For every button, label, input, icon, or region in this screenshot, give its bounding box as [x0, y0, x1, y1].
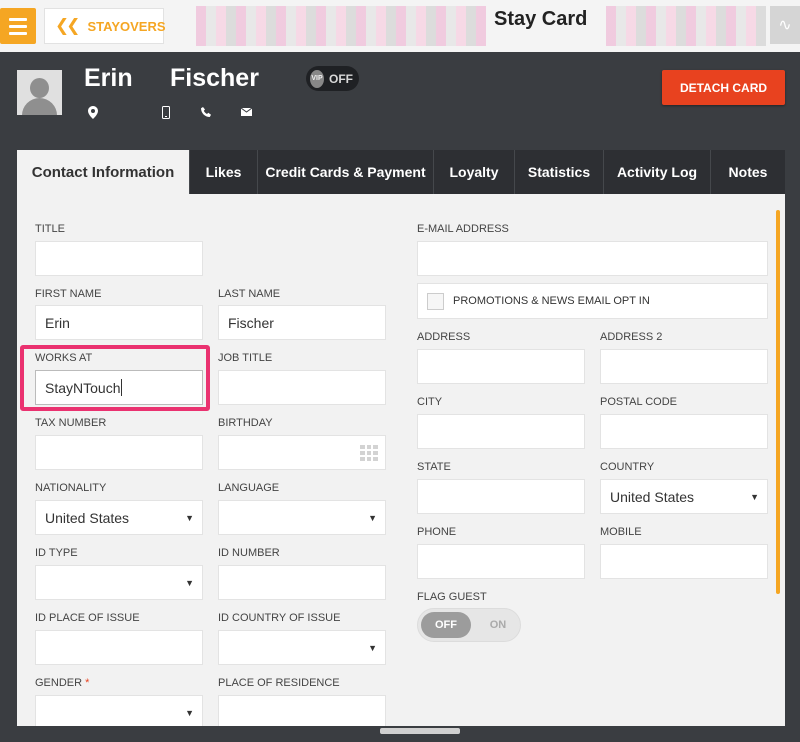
gender-select[interactable]: ▼: [35, 695, 203, 726]
country-value: United States: [610, 488, 695, 505]
mobile-phone-icon[interactable]: [158, 104, 174, 120]
dropdown-caret-icon: ▼: [185, 577, 194, 588]
address-label: ADDRESS: [417, 331, 471, 343]
phone-icon[interactable]: [198, 104, 214, 120]
back-button-label: STAYOVERS: [87, 18, 166, 34]
tab-notes[interactable]: Notes: [710, 150, 785, 194]
vip-state: OFF: [329, 71, 353, 86]
job-title-field[interactable]: [218, 370, 386, 405]
tab-credit-cards-payment[interactable]: Credit Cards & Payment: [257, 150, 433, 194]
id-place-of-issue-label: ID PLACE OF ISSUE: [35, 612, 140, 624]
first-name-field[interactable]: Erin: [35, 305, 203, 340]
dropdown-caret-icon: ▼: [185, 512, 194, 523]
scrollbar[interactable]: [776, 210, 780, 594]
postal-code-field[interactable]: [600, 414, 768, 449]
nationality-label: NATIONALITY: [35, 482, 107, 494]
job-title-label: JOB TITLE: [218, 352, 273, 364]
first-name-label: FIRST NAME: [35, 288, 102, 300]
mobile-field[interactable]: [600, 544, 768, 579]
address-2-field[interactable]: [600, 349, 768, 384]
location-pin-icon[interactable]: [85, 104, 101, 120]
text-cursor: [121, 379, 123, 396]
dropdown-caret-icon: ▼: [368, 642, 377, 653]
city-field[interactable]: [417, 414, 585, 449]
postal-code-label: POSTAL CODE: [600, 396, 678, 408]
email-label: E-MAIL ADDRESS: [417, 223, 509, 235]
last-name-field[interactable]: Fischer: [218, 305, 386, 340]
state-label: STATE: [417, 461, 451, 473]
place-of-residence-field[interactable]: [218, 695, 386, 726]
guest-last-name: Fischer: [170, 64, 259, 92]
birthday-label: BIRTHDAY: [218, 417, 273, 429]
contact-information-panel: TITLE FIRST NAME Erin LAST NAME Fischer …: [17, 194, 785, 726]
works-at-field[interactable]: StayNTouch: [35, 370, 203, 405]
tax-number-label: TAX NUMBER: [35, 417, 107, 429]
dropdown-caret-icon: ▼: [750, 491, 759, 502]
nationality-select[interactable]: United States ▼: [35, 500, 203, 535]
birthday-field[interactable]: [218, 435, 386, 470]
back-to-stayovers-button[interactable]: ❮❮ STAYOVERS: [44, 8, 166, 44]
detach-card-button[interactable]: DETACH CARD: [662, 70, 785, 105]
gender-label: GENDER *: [35, 677, 90, 689]
promotions-label: PROMOTIONS & NEWS EMAIL OPT IN: [453, 295, 650, 307]
tab-loyalty[interactable]: Loyalty: [433, 150, 514, 194]
flag-guest-off[interactable]: OFF: [421, 612, 471, 638]
flag-guest-label: FLAG GUEST: [417, 591, 487, 603]
tab-likes[interactable]: Likes: [189, 150, 257, 194]
required-asterisk: *: [85, 677, 90, 689]
calendar-icon[interactable]: [360, 445, 378, 461]
dropdown-caret-icon: ▼: [368, 512, 377, 523]
hamburger-menu-button[interactable]: [0, 8, 36, 44]
page-title: Stay Card: [494, 8, 588, 30]
tab-contact-information[interactable]: Contact Information: [17, 150, 189, 194]
language-label: LANGUAGE: [218, 482, 280, 494]
flag-guest-on[interactable]: ON: [478, 612, 518, 638]
phone-label: PHONE: [417, 526, 457, 538]
avatar: [17, 70, 62, 115]
id-place-of-issue-field[interactable]: [35, 630, 203, 665]
works-at-label: WORKS AT: [35, 352, 93, 364]
vip-badge: VIP: [310, 69, 324, 88]
scroll-handle[interactable]: [380, 728, 460, 734]
place-of-residence-label: PLACE OF RESIDENCE: [218, 677, 340, 689]
promotions-checkbox[interactable]: [427, 292, 444, 310]
mobile-label: MOBILE: [600, 526, 642, 538]
guest-first-name: Erin: [84, 64, 133, 92]
flag-guest-toggle[interactable]: OFF ON: [417, 608, 521, 642]
address-2-label: ADDRESS 2: [600, 331, 663, 343]
dropdown-caret-icon: ▼: [185, 707, 194, 718]
redacted-area: [196, 6, 486, 46]
tab-statistics[interactable]: Statistics: [514, 150, 603, 194]
email-field[interactable]: [417, 241, 768, 276]
top-bar: ❮❮ STAYOVERS Stay Card ∿: [0, 0, 800, 52]
tab-activity-log[interactable]: Activity Log: [603, 150, 710, 194]
tab-bar: Contact Information Likes Credit Cards &…: [17, 150, 785, 194]
expand-icon[interactable]: ∿: [770, 6, 800, 44]
id-country-of-issue-label: ID COUNTRY OF ISSUE: [218, 612, 341, 624]
id-type-select[interactable]: ▼: [35, 565, 203, 600]
works-at-value: StayNTouch: [45, 379, 121, 396]
state-field[interactable]: [417, 479, 585, 514]
phone-field[interactable]: [417, 544, 585, 579]
last-name-label: LAST NAME: [218, 288, 281, 300]
vip-toggle[interactable]: VIP OFF: [306, 66, 359, 91]
tax-number-field[interactable]: [35, 435, 203, 470]
address-field[interactable]: [417, 349, 585, 384]
id-country-of-issue-select[interactable]: ▼: [218, 630, 386, 665]
country-select[interactable]: United States ▼: [600, 479, 768, 514]
id-type-label: ID TYPE: [35, 547, 78, 559]
double-chevron-left-icon: ❮❮: [55, 16, 80, 35]
title-label: TITLE: [35, 223, 65, 235]
envelope-icon[interactable]: [238, 104, 254, 120]
redacted-area: [606, 6, 766, 46]
id-number-label: ID NUMBER: [218, 547, 280, 559]
country-label: COUNTRY: [600, 461, 655, 473]
id-number-field[interactable]: [218, 565, 386, 600]
language-select[interactable]: ▼: [218, 500, 386, 535]
promotions-opt-in-row[interactable]: PROMOTIONS & NEWS EMAIL OPT IN: [417, 283, 768, 319]
nationality-value: United States: [45, 509, 130, 526]
title-field[interactable]: [35, 241, 203, 276]
city-label: CITY: [417, 396, 443, 408]
